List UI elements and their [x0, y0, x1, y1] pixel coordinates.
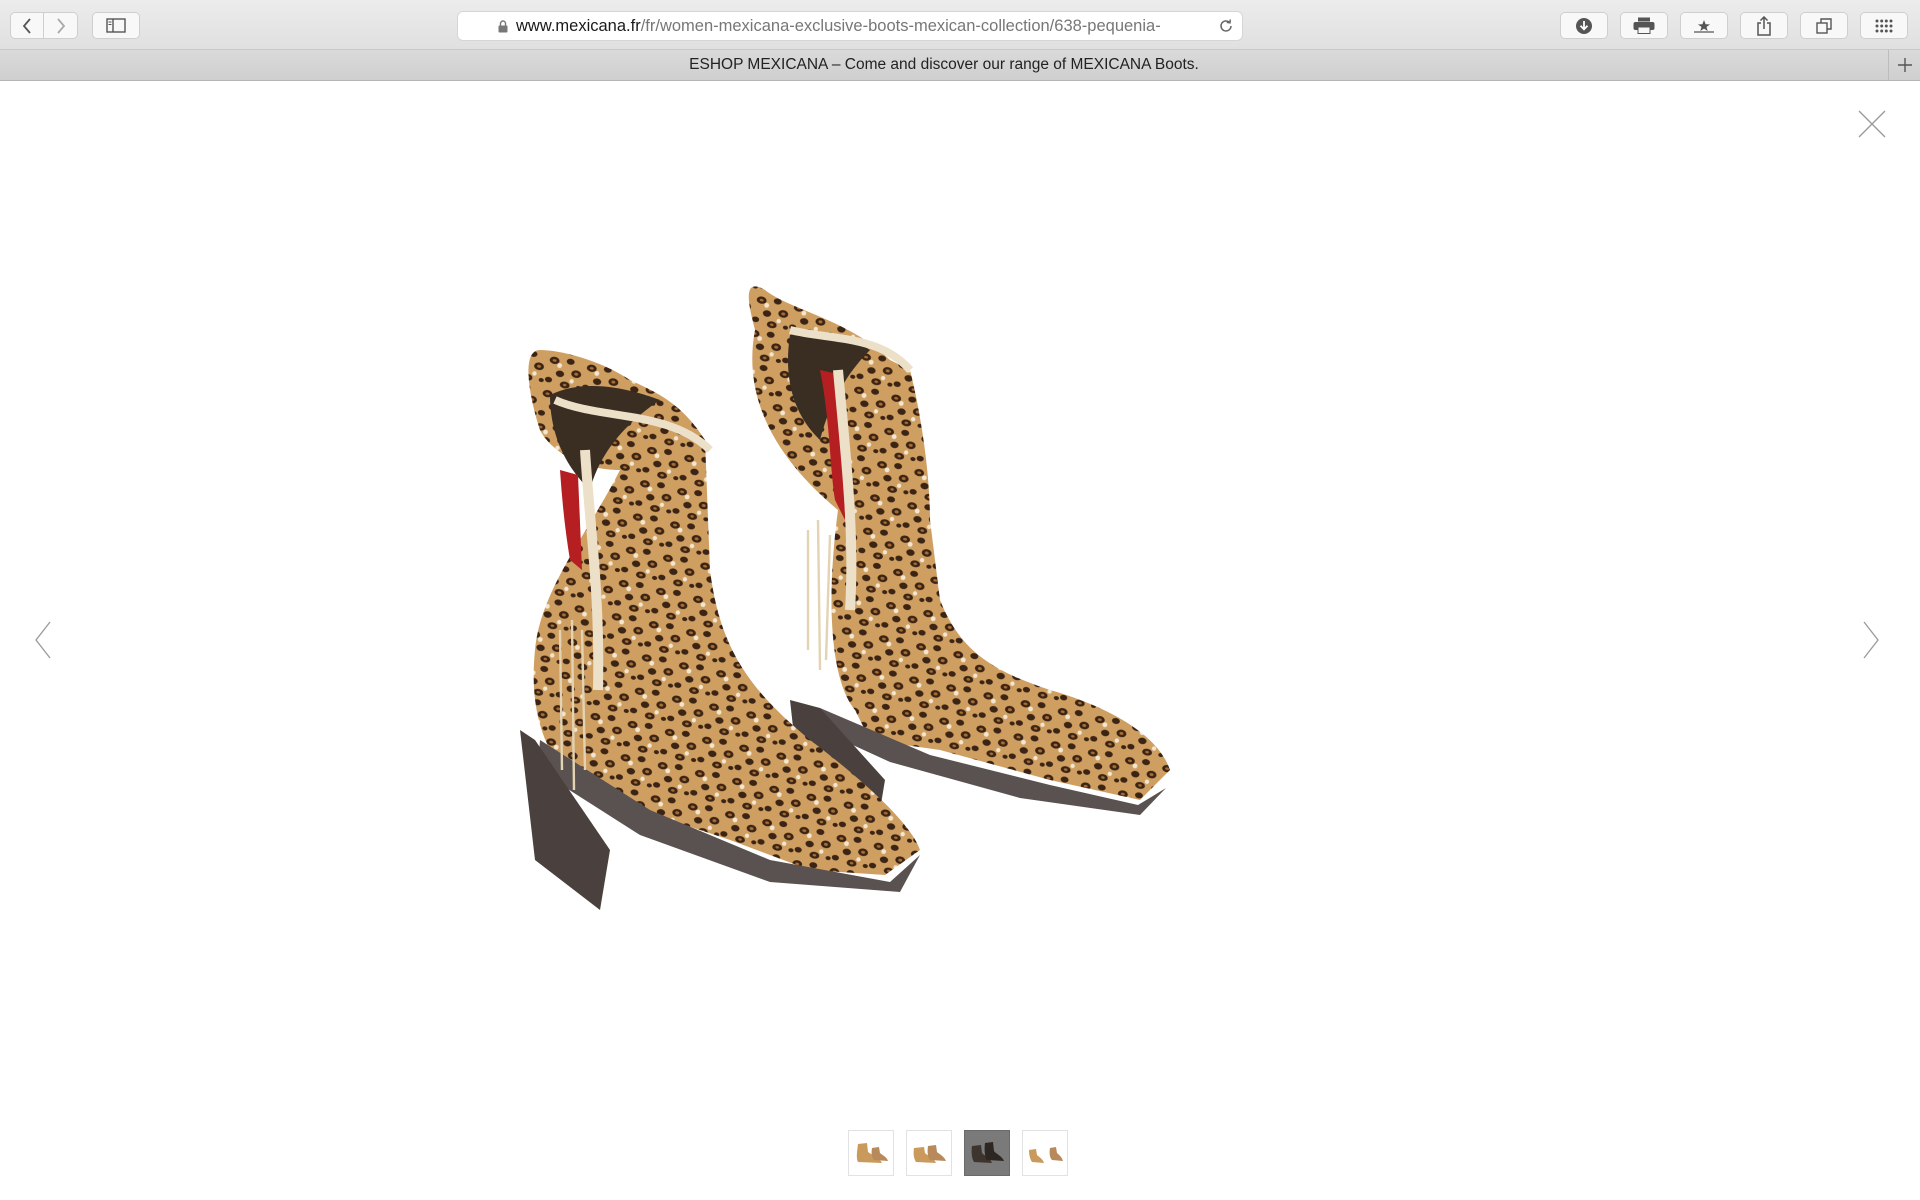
chevron-left-icon[interactable] — [34, 620, 52, 660]
url-text: www.mexicana.fr/fr/women-mexicana-exclus… — [516, 17, 1212, 36]
print-icon — [1633, 17, 1655, 34]
reader-button[interactable] — [1680, 12, 1728, 39]
new-tab-button[interactable] — [1888, 50, 1920, 80]
tabs-overview-button[interactable] — [1800, 12, 1848, 39]
apps-button[interactable] — [1860, 12, 1908, 39]
browser-toolbar: www.mexicana.fr/fr/women-mexicana-exclus… — [0, 0, 1920, 50]
boot-thumbnail-icon — [1029, 1147, 1063, 1163]
sidebar-icon — [106, 18, 126, 33]
thumbnail-2[interactable] — [906, 1130, 952, 1176]
url-domain: www.mexicana.fr — [516, 16, 641, 35]
tab-active[interactable]: ESHOP MEXICANA – Come and discover our r… — [0, 50, 1888, 80]
tab-bar: ESHOP MEXICANA – Come and discover our r… — [0, 50, 1920, 81]
thumbnail-strip — [848, 1130, 1068, 1176]
boot-thumbnail-icon — [913, 1145, 946, 1163]
thumbnail-4[interactable] — [1022, 1130, 1068, 1176]
forward-button[interactable] — [44, 12, 78, 39]
print-button[interactable] — [1620, 12, 1668, 39]
plus-icon — [1897, 58, 1912, 72]
address-bar[interactable]: www.mexicana.fr/fr/women-mexicana-exclus… — [457, 11, 1243, 41]
share-button[interactable] — [1740, 12, 1788, 39]
tabs-overview-icon — [1816, 17, 1832, 34]
boot-thumbnail-icon — [856, 1143, 888, 1163]
chevron-right-icon — [56, 17, 65, 34]
sidebar-button[interactable] — [92, 12, 140, 39]
lock-icon — [498, 19, 508, 32]
boot-thumbnail-icon — [971, 1142, 1004, 1163]
reload-icon[interactable] — [1218, 18, 1234, 34]
chevron-left-icon — [22, 17, 31, 34]
download-icon — [1576, 17, 1592, 34]
thumbnail-1[interactable] — [848, 1130, 894, 1176]
bookmark-star-icon — [1694, 19, 1714, 33]
download-button[interactable] — [1560, 12, 1608, 39]
product-image — [520, 286, 1170, 910]
url-path: /fr/women-mexicana-exclusive-boots-mexic… — [640, 16, 1161, 35]
thumbnail-3-active[interactable] — [964, 1130, 1010, 1176]
share-icon — [1757, 15, 1771, 36]
chevron-right-icon[interactable] — [1862, 620, 1880, 660]
close-icon[interactable] — [1858, 110, 1886, 138]
grid-icon — [1875, 19, 1893, 32]
back-button[interactable] — [10, 12, 44, 39]
